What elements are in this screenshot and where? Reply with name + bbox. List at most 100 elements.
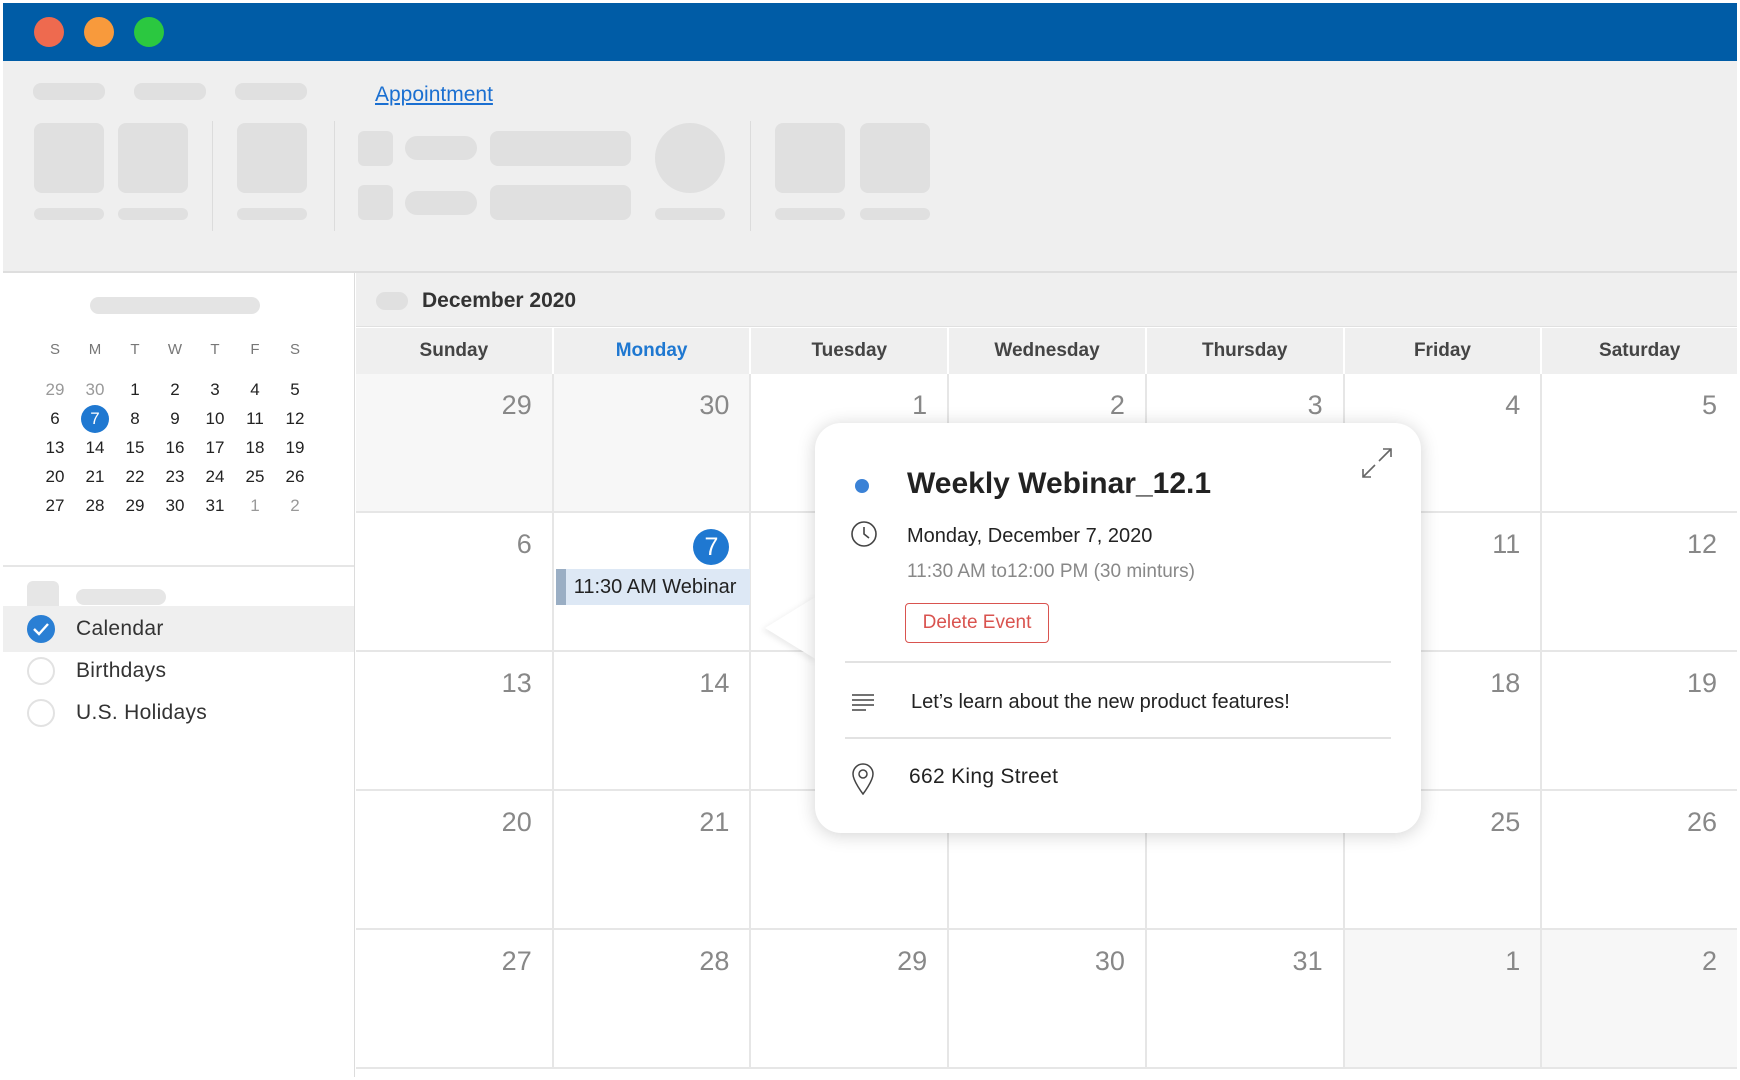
popover-pointer (765, 596, 817, 660)
mini-calendar-day[interactable]: 10 (195, 409, 235, 429)
day-cell[interactable]: 6 (356, 513, 554, 650)
day-cell[interactable]: 19 (1542, 652, 1737, 789)
ribbon-button-placeholder[interactable] (860, 123, 930, 193)
day-cell[interactable]: 7 11:30 AM Webinar (553, 513, 752, 650)
mini-calendar-day[interactable]: 3 (195, 380, 235, 400)
mini-calendar-day[interactable]: 19 (275, 438, 315, 458)
maximize-window-button[interactable] (134, 17, 164, 47)
ribbon-button-placeholder[interactable] (358, 185, 393, 220)
calendar-checkbox[interactable] (27, 699, 55, 727)
mini-calendar-day[interactable]: 1 (115, 380, 155, 400)
mini-calendar: S M T W T F S 29 30 1 2 3 4 5 6 7 8 9 10 11 12 13 14 15 16 17 18 19… (35, 333, 315, 520)
ribbon-button-placeholder[interactable] (775, 123, 845, 193)
ribbon-button-placeholder[interactable] (490, 185, 631, 220)
mini-calendar-day[interactable]: 14 (75, 438, 115, 458)
mini-calendar-day-label: 11 (246, 408, 264, 428)
mini-calendar-day[interactable]: 1 (235, 496, 275, 516)
mini-calendar-day-label: 3 (210, 379, 220, 399)
expand-icon[interactable] (1359, 445, 1395, 486)
ribbon-button-placeholder[interactable] (655, 123, 725, 193)
mini-calendar-day[interactable]: 16 (155, 438, 195, 458)
day-cell[interactable]: 2 (1542, 930, 1737, 1067)
ribbon-button-placeholder[interactable] (490, 131, 631, 166)
mini-calendar-day[interactable]: 25 (235, 467, 275, 487)
day-cell[interactable]: 30 (553, 374, 752, 511)
day-number-label: 7 (693, 529, 730, 565)
mini-calendar-day[interactable]: 27 (35, 496, 75, 516)
day-number: 12 (1687, 529, 1717, 560)
mini-calendar-day[interactable]: 30 (155, 496, 195, 516)
mini-calendar-day[interactable]: 7 (75, 404, 115, 433)
day-cell[interactable]: 26 (1542, 791, 1737, 928)
day-cell[interactable]: 12 (1542, 513, 1737, 650)
mini-calendar-day[interactable]: 29 (115, 496, 155, 516)
mini-calendar-day[interactable]: 15 (115, 438, 155, 458)
mini-calendar-day[interactable]: 22 (115, 467, 155, 487)
mini-calendar-day[interactable]: 5 (275, 380, 315, 400)
day-cell[interactable]: 28 (553, 930, 752, 1067)
mini-calendar-day[interactable]: 31 (195, 496, 235, 516)
calendar-item[interactable]: U.S. Holidays (3, 690, 354, 736)
minimize-window-button[interactable] (84, 17, 114, 47)
calendar-item[interactable]: Calendar (3, 606, 354, 652)
mini-calendar-day[interactable]: 13 (35, 438, 75, 458)
ribbon-button-placeholder[interactable] (118, 123, 188, 193)
mini-calendar-day[interactable]: 20 (35, 467, 75, 487)
mini-calendar-day[interactable]: 26 (275, 467, 315, 487)
ribbon-label-placeholder (775, 208, 845, 220)
ribbon-button-placeholder[interactable] (405, 191, 477, 215)
mini-calendar-day[interactable]: 2 (155, 380, 195, 400)
mini-calendar-day[interactable]: 4 (235, 380, 275, 400)
calendar-color-dot (855, 479, 869, 493)
calendar-checkbox[interactable] (27, 657, 55, 685)
mini-calendar-day[interactable]: 6 (35, 409, 75, 429)
ribbon-tab-placeholder[interactable] (134, 83, 206, 100)
day-cell[interactable]: 21 (553, 791, 752, 928)
weekday-header: Tuesday (751, 328, 950, 374)
delete-event-button[interactable]: Delete Event (905, 603, 1049, 643)
day-number: 6 (517, 529, 532, 560)
ribbon-button-placeholder[interactable] (34, 123, 104, 193)
close-window-button[interactable] (34, 17, 64, 47)
day-cell[interactable]: 29 (751, 930, 950, 1067)
day-cell[interactable]: 31 (1146, 930, 1345, 1067)
mini-calendar-day-label: 9 (170, 408, 180, 428)
tab-appointment[interactable]: Appointment (375, 83, 493, 107)
mini-calendar-day[interactable]: 21 (75, 467, 115, 487)
day-cell[interactable]: 1 (1344, 930, 1543, 1067)
mini-calendar-day-label: 17 (205, 437, 225, 457)
calendar-item[interactable]: Birthdays (3, 648, 354, 694)
mini-calendar-day[interactable]: 8 (115, 409, 155, 429)
day-number: 19 (1687, 668, 1717, 699)
mini-calendar-day[interactable]: 18 (235, 438, 275, 458)
day-cell[interactable]: 30 (949, 930, 1147, 1067)
ribbon-divider (750, 121, 751, 231)
mini-calendar-day[interactable]: 30 (75, 380, 115, 400)
ribbon-button-placeholder[interactable] (358, 131, 393, 166)
ribbon-button-placeholder[interactable] (405, 136, 477, 160)
mini-calendar-day[interactable]: 28 (75, 496, 115, 516)
mini-calendar-day[interactable]: 2 (275, 496, 315, 516)
mini-calendar-day[interactable]: 17 (195, 438, 235, 458)
mini-calendar-day[interactable]: 11 (235, 409, 275, 429)
day-cell[interactable]: 13 (356, 652, 554, 789)
weekday-header: Monday (554, 328, 752, 374)
ribbon-button-placeholder[interactable] (237, 123, 307, 193)
mini-calendar-day[interactable]: 23 (155, 467, 195, 487)
day-cell[interactable]: 27 (356, 930, 554, 1067)
mini-calendar-day[interactable]: 12 (275, 409, 315, 429)
day-cell[interactable]: 5 (1542, 374, 1737, 511)
ribbon-tab-placeholder[interactable] (33, 83, 105, 100)
day-cell[interactable]: 20 (356, 791, 554, 928)
ribbon-tab-placeholder[interactable] (235, 83, 307, 100)
mini-calendar-day[interactable]: 24 (195, 467, 235, 487)
calendar-checkbox[interactable] (27, 615, 55, 643)
day-cell[interactable]: 14 (553, 652, 752, 789)
event-chip[interactable]: 11:30 AM Webinar (555, 569, 750, 605)
month-nav-placeholder[interactable] (376, 292, 408, 310)
day-cell[interactable]: 29 (356, 374, 554, 511)
day-number-label: 11 (1492, 529, 1521, 559)
mini-calendar-day[interactable]: 29 (35, 380, 75, 400)
day-number-label: 27 (501, 946, 532, 976)
mini-calendar-day[interactable]: 9 (155, 409, 195, 429)
